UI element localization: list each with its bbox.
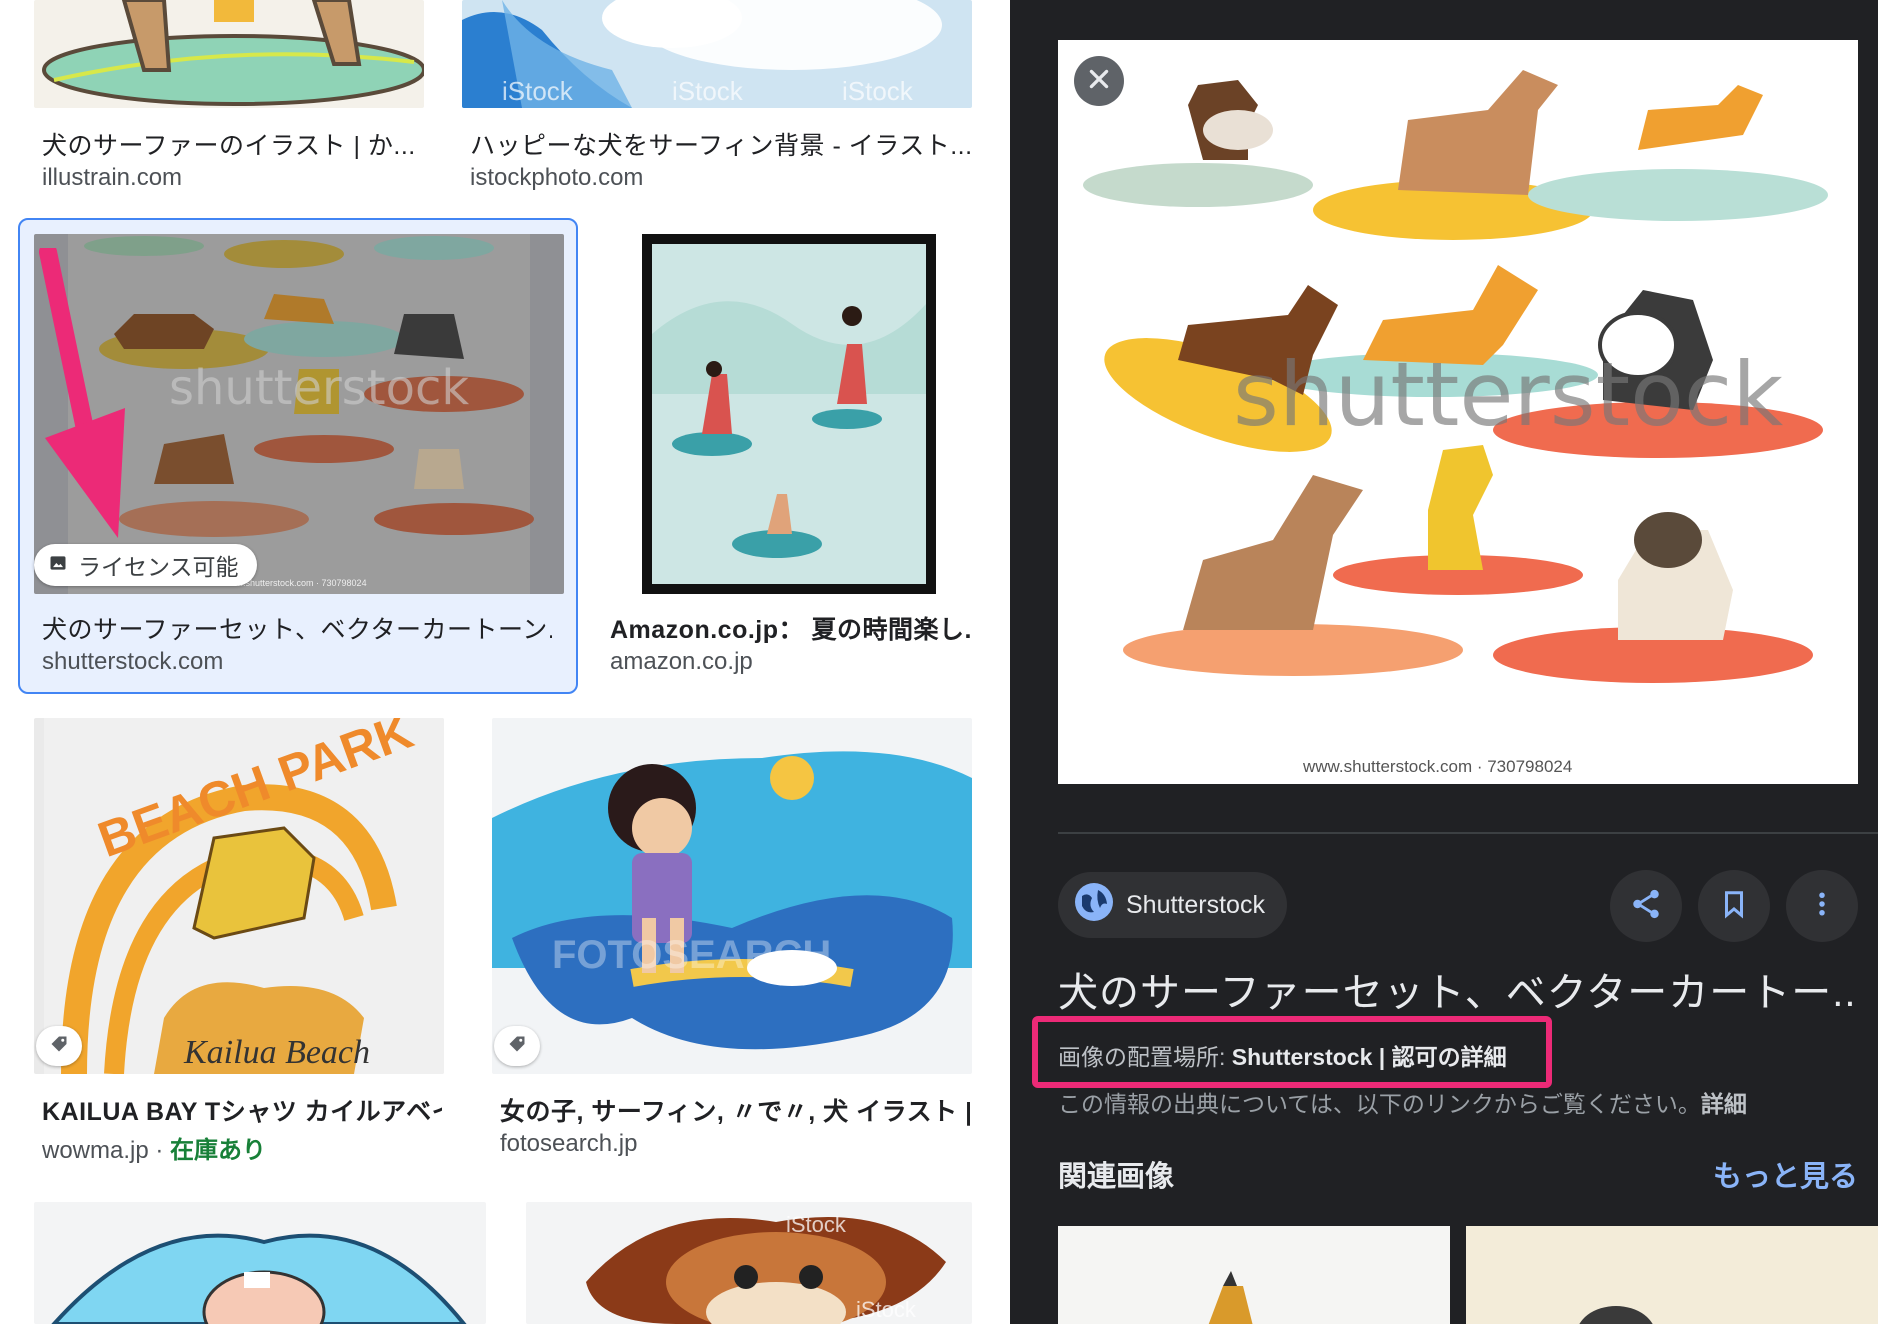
result-thumbnail[interactable]: BEACH PARK Kailua Beach [34,718,444,1074]
result-source: shutterstock.com [42,648,224,675]
result-card[interactable] [34,1202,486,1324]
result-source-row: wowma.jp · 在庫あり [42,1130,266,1165]
source-site-name: Shutterstock [1126,890,1265,919]
save-button[interactable] [1698,870,1770,942]
watermark-text: iStock [672,76,744,106]
annotation-highlight-box [1032,1016,1552,1088]
result-thumbnail[interactable] [602,234,972,594]
source-info-line: この情報の出典については、以下のリンクからご覧ください。詳細 [1058,1085,1747,1119]
related-image-thumbnail[interactable] [1466,1226,1878,1324]
image-results-grid: 犬のサーファーのイラスト | か... illustrain.com iStoc… [0,0,1010,1324]
result-card[interactable]: BEACH PARK Kailua Beach KAILUA BAY Tシャツ … [34,718,444,1168]
related-image-thumbnail[interactable] [1058,1226,1450,1324]
result-thumbnail[interactable] [34,0,424,108]
image-icon [48,552,68,579]
source-site-button[interactable]: Shutterstock [1058,872,1287,938]
in-stock-label: 在庫あり [170,1137,267,1164]
more-vert-icon [1807,887,1837,926]
result-thumbnail[interactable]: FOTOSEARCH [492,718,972,1074]
licensable-badge[interactable]: ライセンス可能 [34,544,257,586]
result-card[interactable]: Amazon.co.jp： 夏の時間楽し... amazon.co.jp [602,234,972,684]
result-title[interactable]: ハッピーな犬をサーフィン背景 - イラスト... [470,126,970,162]
result-card[interactable]: iStock iStock iStock ハッピーな犬をサーフィン背景 - イラ… [462,0,972,200]
globe-icon [1074,882,1114,929]
preview-image[interactable]: shutterstock www.shutterstock.com · 7307… [1058,40,1858,784]
result-source: fotosearch.jp [500,1130,638,1157]
see-more-link[interactable]: もっと見る [1713,1153,1858,1195]
share-icon [1629,887,1663,926]
close-icon [1086,66,1112,97]
result-title[interactable]: KAILUA BAY Tシャツ カイルアベイ... [42,1092,442,1128]
image-preview-pane: shutterstock www.shutterstock.com · 7307… [1010,0,1878,1324]
preview-title[interactable]: 犬のサーファーセット、ベクターカートー... [1058,960,1858,1018]
result-title[interactable]: Amazon.co.jp： 夏の時間楽し... [610,610,970,646]
close-button[interactable] [1074,56,1124,106]
share-button[interactable] [1610,870,1682,942]
result-card[interactable]: 犬のサーファーのイラスト | か... illustrain.com [34,0,424,200]
result-thumbnail[interactable]: iStock iStock [526,1202,972,1324]
tag-icon [507,1034,527,1059]
watermark-text: shutterstock [1233,343,1783,446]
result-thumbnail[interactable] [34,1202,486,1324]
svg-text:FOTOSEARCH: FOTOSEARCH [552,933,831,977]
result-title[interactable]: 女の子, サーフィン, 〃で〃, 犬 イラスト |... [500,1092,970,1128]
annotation-arrow [39,248,125,538]
divider [1058,832,1878,834]
watermark-text: iStock [786,1212,847,1237]
image-credit-text: www.shutterstock.com · 730798024 [1302,757,1572,776]
result-title[interactable]: 犬のサーファーセット、ベクターカートーン... [42,610,552,646]
thumb-text: Kailua Beach [183,1034,370,1071]
more-options-button[interactable] [1786,870,1858,942]
product-tag-badge[interactable] [36,1026,82,1066]
details-link[interactable]: 詳細 [1701,1091,1747,1117]
result-thumbnail[interactable]: iStock iStock iStock [462,0,972,108]
result-card[interactable]: iStock iStock [526,1202,972,1324]
watermark-text: iStock [842,76,914,106]
licensable-label: ライセンス可能 [78,554,239,580]
separator: · [148,1137,171,1164]
result-source: istockphoto.com [470,164,644,191]
tag-icon [49,1034,69,1059]
related-images-heading: 関連画像 [1058,1161,1175,1193]
result-source: amazon.co.jp [610,648,753,675]
result-source: wowma.jp [42,1137,149,1164]
watermark-text: iStock [856,1297,917,1322]
watermark-text: iStock [502,76,574,106]
result-card[interactable]: FOTOSEARCH 女の子, サーフィン, 〃で〃, 犬 イラスト |... … [492,718,972,1168]
source-info-text: この情報の出典については、以下のリンクからご覧ください。 [1058,1091,1701,1117]
bookmark-icon [1719,887,1749,926]
watermark-text: shutterstock [169,360,469,416]
result-title[interactable]: 犬のサーファーのイラスト | か... [42,126,422,162]
product-tag-badge[interactable] [494,1026,540,1066]
result-source: illustrain.com [42,164,183,191]
